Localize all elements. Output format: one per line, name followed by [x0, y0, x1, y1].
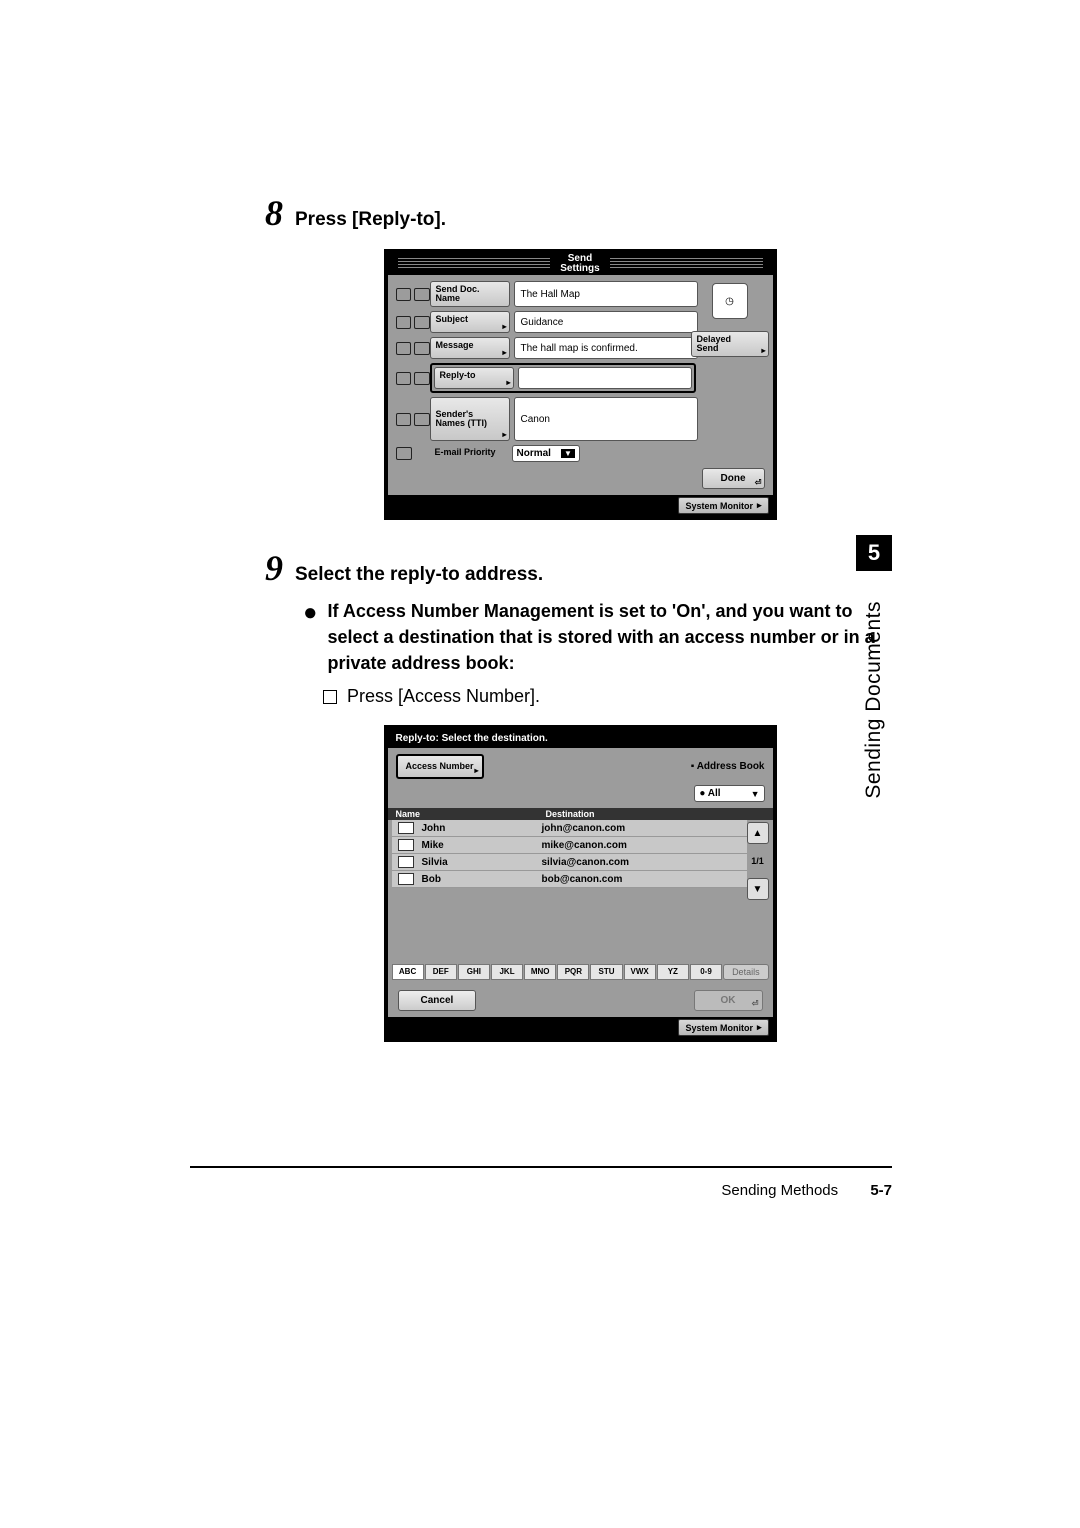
email-priority-label: E-mail Priority	[430, 445, 508, 462]
step-8-title: Press [Reply-to].	[295, 205, 446, 231]
list-item-name: John	[422, 823, 542, 834]
send-doc-name-button[interactable]: Send Doc. Name	[430, 281, 510, 307]
reply-to-select-title: Reply-to: Select the destination.	[388, 729, 773, 748]
chevron-right-icon: ▸	[761, 347, 765, 355]
chevron-right-icon: ▸	[757, 1022, 762, 1033]
email-priority-dropdown[interactable]: Normal ▼	[512, 445, 580, 462]
step-9-title: Select the reply-to address.	[295, 560, 543, 586]
done-button[interactable]: Done ⏎	[702, 468, 765, 489]
step-9-num: 9	[265, 550, 283, 586]
page-indicator: 1/1	[751, 856, 764, 866]
index-tab[interactable]: ABC	[392, 964, 424, 980]
list-item[interactable]: Mikemike@canon.com	[392, 837, 747, 854]
envelope-icon	[398, 873, 414, 885]
col-destination: Destination	[546, 809, 595, 819]
envelope-icon	[398, 839, 414, 851]
step-9: 9 Select the reply-to address.	[265, 550, 895, 586]
chevron-down-icon: ▼	[561, 449, 575, 458]
ok-button[interactable]: OK ⏎	[694, 990, 763, 1011]
chapter-number: 5	[856, 535, 892, 571]
subject-value: Guidance	[514, 311, 698, 333]
chapter-title: Sending Documents	[862, 601, 886, 799]
access-number-button[interactable]: Access Number ▸	[396, 754, 484, 779]
scroll-up-button[interactable]: ▲	[747, 822, 769, 844]
message-value: The hall map is confirmed.	[514, 337, 698, 359]
title-bottom: Settings	[560, 264, 599, 275]
delayed-send-button[interactable]: Delayed Send ▸	[691, 331, 769, 357]
list-item-name: Silvia	[422, 857, 542, 868]
index-tab[interactable]: STU	[590, 964, 622, 980]
chapter-tab: 5 Sending Documents	[856, 535, 892, 799]
system-monitor-button[interactable]: System Monitor ▸	[678, 497, 768, 514]
step-8: 8 Press [Reply-to].	[265, 195, 895, 231]
index-tab[interactable]: DEF	[425, 964, 457, 980]
list-item-dest: john@canon.com	[542, 823, 626, 834]
chevron-right-icon: ▸	[502, 323, 506, 331]
chevron-right-icon: ▸	[757, 500, 762, 511]
col-name: Name	[396, 809, 546, 819]
subject-button[interactable]: Subject ▸	[430, 311, 510, 333]
chevron-right-icon: ▸	[502, 349, 506, 357]
send-settings-title: Send Settings	[388, 253, 773, 275]
address-book-label: ▪ Address Book	[691, 761, 765, 772]
scroll-down-button[interactable]: ▼	[747, 878, 769, 900]
bullet-text: If Access Number Management is set to 'O…	[328, 598, 896, 676]
chevron-right-icon: ▸	[506, 379, 510, 387]
clock-icon: ◷	[712, 283, 748, 319]
checkbox-text: Press [Access Number].	[347, 686, 540, 707]
address-book-dropdown[interactable]: ● All ▼	[694, 785, 764, 802]
list-item[interactable]: Bobbob@canon.com	[392, 871, 747, 888]
index-tab[interactable]: JKL	[491, 964, 523, 980]
chevron-right-icon: ▸	[502, 431, 506, 439]
list-item[interactable]: Silviasilvia@canon.com	[392, 854, 747, 871]
list-item-name: Bob	[422, 874, 542, 885]
cancel-button[interactable]: Cancel	[398, 990, 477, 1011]
screenshot-send-settings: Send Settings ◷ Delayed Send ▸ Send Doc.…	[384, 249, 777, 520]
index-tab[interactable]: 0-9	[690, 964, 722, 980]
chevron-down-icon: ▼	[751, 789, 760, 799]
bullet-icon: ●	[303, 598, 318, 625]
list-item-name: Mike	[422, 840, 542, 851]
index-tab[interactable]: PQR	[557, 964, 589, 980]
chevron-right-icon: ▸	[475, 767, 479, 775]
message-button[interactable]: Message ▸	[430, 337, 510, 359]
list-item-dest: bob@canon.com	[542, 874, 623, 885]
screenshot-select-destination: Reply-to: Select the destination. Access…	[384, 725, 777, 1042]
list-item-dest: mike@canon.com	[542, 840, 627, 851]
checkbox-icon	[323, 690, 337, 704]
footer-section: Sending Methods	[721, 1182, 838, 1199]
reply-to-highlight: Reply-to ▸	[430, 363, 696, 393]
footer-rule	[190, 1166, 892, 1168]
list-item[interactable]: Johnjohn@canon.com	[392, 820, 747, 837]
list-header: Name Destination	[388, 808, 773, 820]
footer: Sending Methods 5-7	[0, 1182, 892, 1199]
reply-to-value	[518, 367, 692, 389]
step-8-num: 8	[265, 195, 283, 231]
reply-to-button[interactable]: Reply-to ▸	[434, 367, 514, 389]
senders-names-button[interactable]: Sender's Names (TTI) ▸	[430, 397, 510, 441]
index-tab[interactable]: YZ	[657, 964, 689, 980]
return-icon: ⏎	[752, 999, 759, 1008]
send-doc-name-value: The Hall Map	[514, 281, 698, 307]
footer-page: 5-7	[870, 1182, 892, 1199]
system-monitor-button[interactable]: System Monitor ▸	[678, 1019, 768, 1036]
senders-names-value: Canon	[514, 397, 698, 441]
envelope-icon	[398, 856, 414, 868]
envelope-icon	[398, 822, 414, 834]
index-tab[interactable]: MNO	[524, 964, 556, 980]
list-item-dest: silvia@canon.com	[542, 857, 630, 868]
details-button[interactable]: Details	[723, 964, 769, 980]
row-icons	[396, 281, 430, 307]
page-body: 8 Press [Reply-to]. Send Settings ◷ Dela…	[265, 195, 895, 1072]
return-icon: ⏎	[755, 478, 762, 487]
step-9-condition: ● If Access Number Management is set to …	[303, 598, 895, 676]
index-tab[interactable]: GHI	[458, 964, 490, 980]
step-9-action: Press [Access Number].	[323, 686, 895, 707]
index-tab[interactable]: VWX	[624, 964, 656, 980]
